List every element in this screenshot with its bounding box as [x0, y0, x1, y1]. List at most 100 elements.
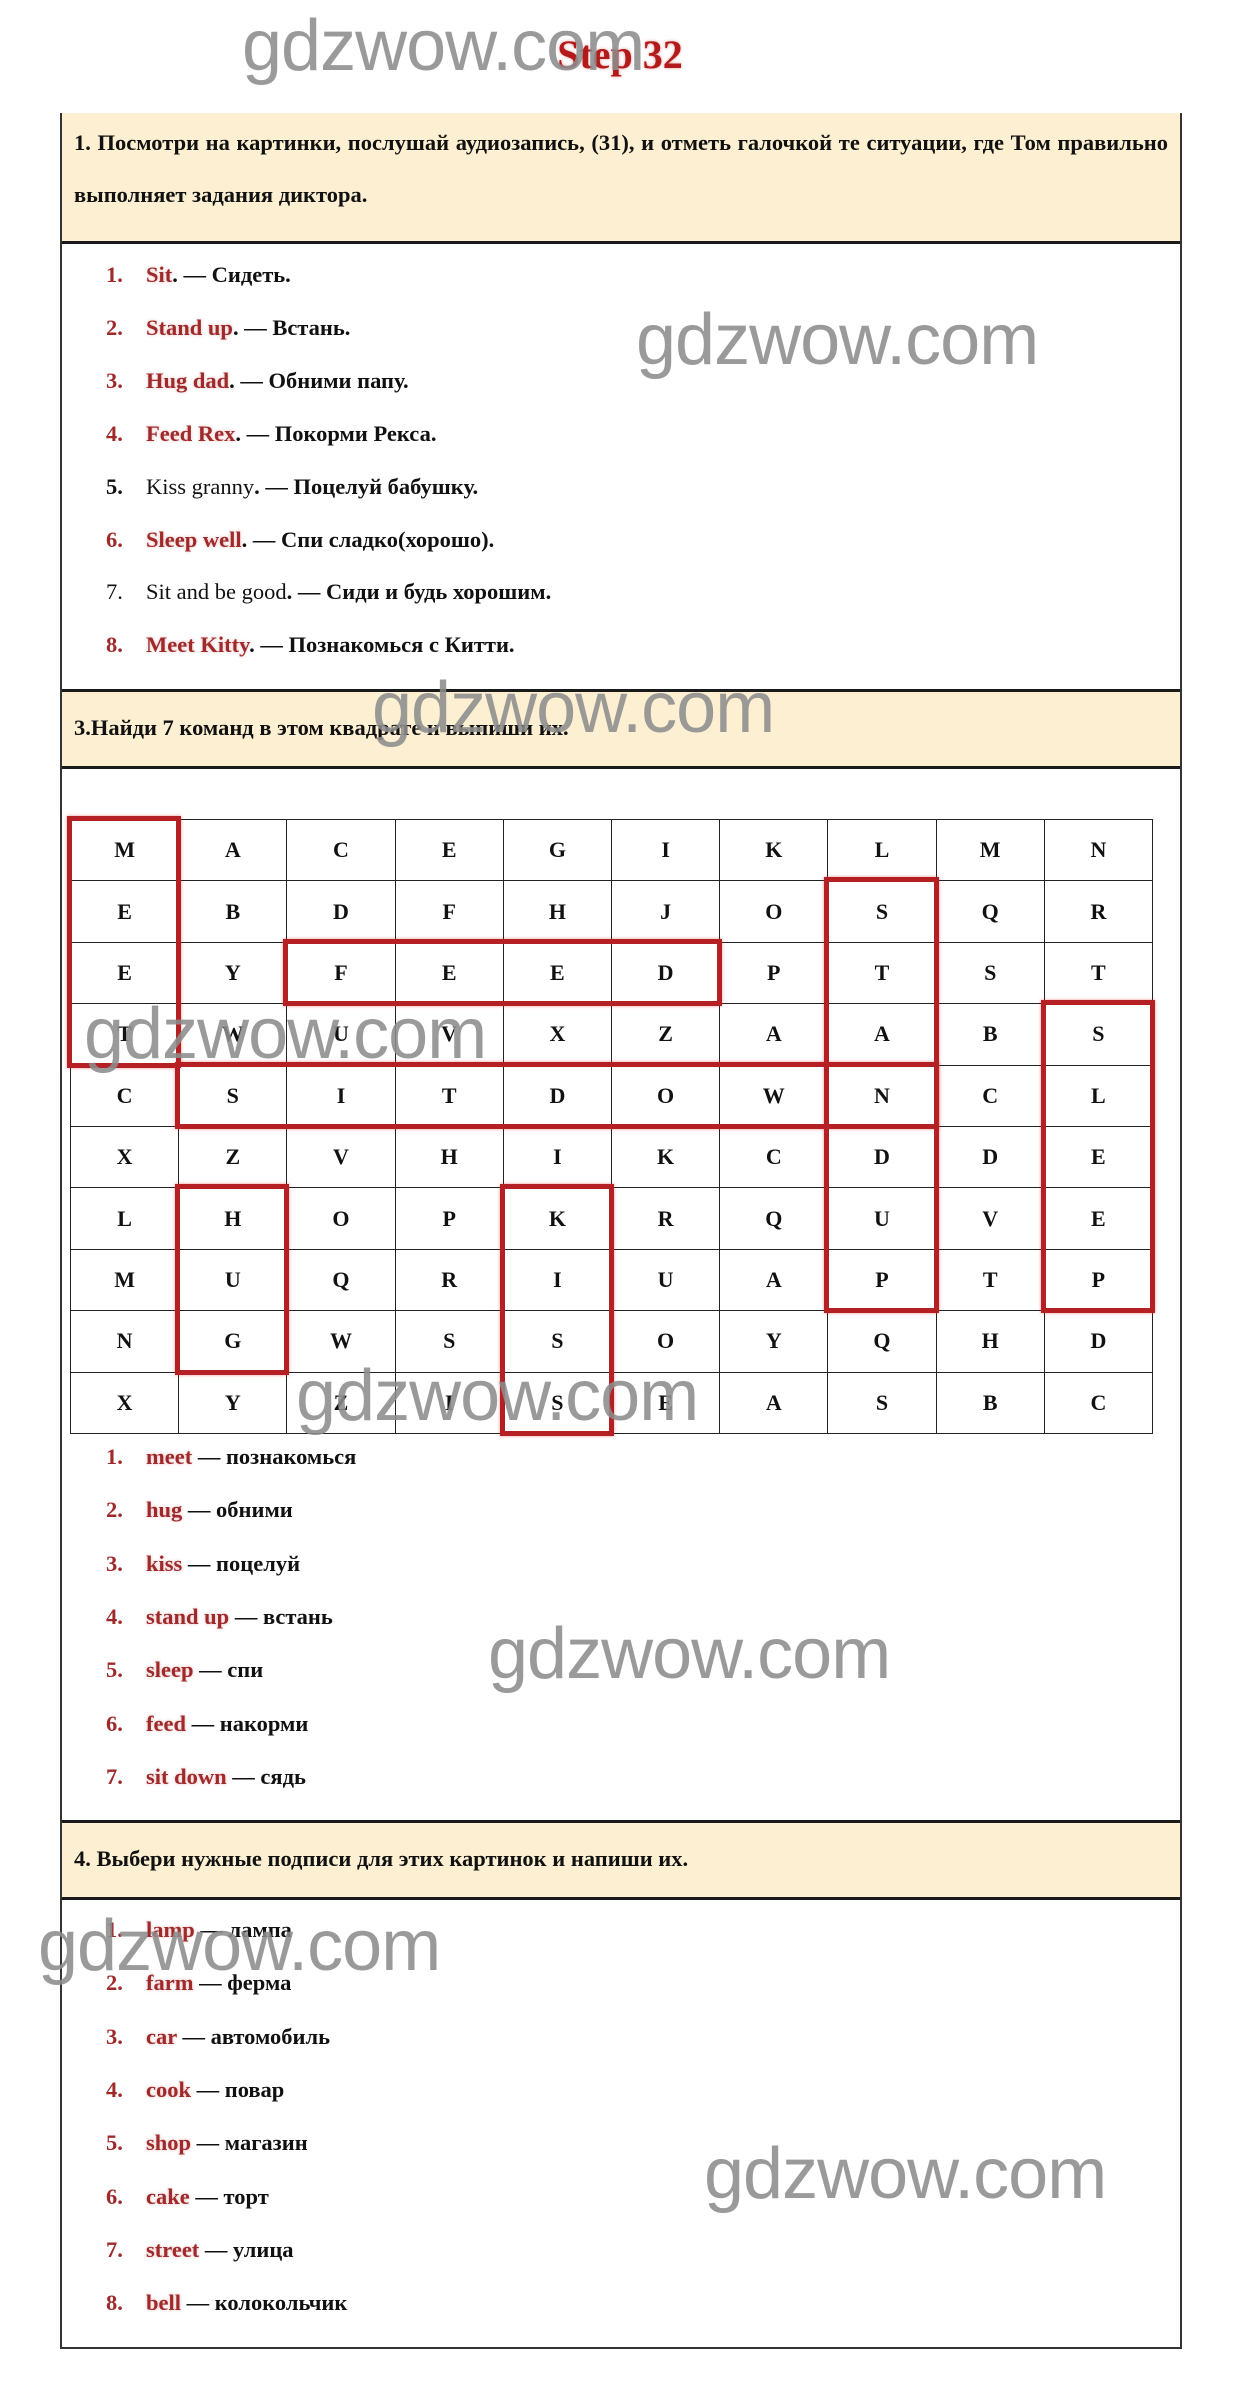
list-item: 1. meet — познакомься	[106, 1442, 356, 1472]
grid-cell: I	[611, 819, 721, 882]
grid-cell: N	[1043, 819, 1153, 882]
grid-cell: F	[394, 880, 504, 943]
list-item: 8. bell — колокольчик	[106, 2288, 347, 2318]
grid-cell: A	[719, 1003, 829, 1066]
russian-translation: лампа	[228, 1917, 292, 1942]
separator: . —	[235, 420, 275, 446]
grid-cell: S	[1043, 1003, 1153, 1066]
item-number: 2.	[106, 1970, 123, 1996]
grid-cell: Q	[935, 880, 1045, 943]
russian-translation: магазин	[224, 2130, 308, 2156]
english-phrase: Sit and be good	[146, 579, 287, 605]
task-1-header: 1. Посмотри на картинки, послушай аудиоз…	[62, 113, 1180, 244]
grid-cell: T	[827, 941, 937, 1005]
separator: . —	[286, 579, 326, 605]
list-item: 5. sleep — спи	[106, 1655, 263, 1685]
grid-cell: D	[502, 1064, 612, 1127]
separator: —	[176, 2023, 211, 2049]
item-number: 8.	[106, 632, 123, 658]
english-phrase: Feed Rex	[146, 420, 236, 446]
grid-cell: W	[286, 1310, 396, 1373]
separator: . —	[232, 314, 273, 340]
russian-translation: накорми	[219, 1710, 309, 1736]
grid-cell: A	[719, 1371, 829, 1434]
grid-cell: S	[394, 1310, 504, 1373]
grid-cell: Q	[286, 1248, 396, 1312]
grid-cell: E	[70, 880, 180, 943]
grid-cell: E	[394, 819, 504, 882]
english-phrase: feed	[146, 1710, 186, 1736]
page-title: Step 32	[557, 32, 683, 77]
separator: . —	[229, 367, 269, 393]
list-item: 8. Meet Kitty. — Познакомься с Китти.	[106, 630, 515, 660]
grid-cell: C	[935, 1064, 1045, 1127]
separator: . —	[249, 632, 289, 658]
grid-cell: E	[611, 1371, 721, 1434]
list-item: 7. sit down — сядь	[106, 1762, 306, 1792]
grid-cell: Q	[827, 1310, 937, 1373]
list-item: 7. street — улица	[106, 2235, 294, 2265]
list-item: 2. Stand up. — Встань.	[106, 313, 350, 343]
russian-translation: Встань.	[272, 314, 351, 340]
english-phrase: meet	[146, 1444, 193, 1469]
russian-translation: поцелуй	[216, 1550, 301, 1576]
english-phrase: Stand up	[146, 314, 233, 340]
english-phrase: kiss	[146, 1550, 183, 1576]
item-number: 7.	[106, 579, 123, 605]
grid-cell: F	[286, 941, 396, 1005]
russian-translation: Сидеть.	[211, 262, 291, 287]
grid-cell: I	[286, 1064, 396, 1127]
item-number: 1.	[106, 1444, 123, 1469]
grid-cell: Y	[719, 1310, 829, 1373]
grid-cell: T	[70, 1003, 180, 1066]
english-phrase: hug	[146, 1497, 183, 1523]
grid-cell: D	[935, 1126, 1045, 1189]
grid-cell: I	[394, 1371, 504, 1434]
grid-cell: S	[178, 1064, 288, 1127]
item-number: 4.	[106, 420, 123, 446]
separator: —	[182, 1497, 217, 1523]
grid-cell: O	[286, 1187, 396, 1250]
task-4-header: 4. Выбери нужные подписи для этих картин…	[62, 1820, 1180, 1900]
item-number: 3.	[106, 1550, 123, 1576]
grid-cell: K	[719, 819, 829, 882]
russian-translation: обними	[216, 1497, 293, 1523]
russian-translation: Сиди и будь хорошим.	[326, 579, 552, 605]
russian-translation: Поцелуй бабушку.	[293, 473, 479, 499]
grid-cell: P	[719, 941, 829, 1005]
separator: . —	[254, 473, 294, 499]
grid-cell: Y	[178, 941, 288, 1005]
grid-cell: H	[935, 1310, 1045, 1373]
item-number: 7.	[106, 2236, 123, 2262]
item-number: 6.	[106, 526, 123, 552]
item-number: 6.	[106, 1710, 123, 1736]
grid-cell: D	[1043, 1310, 1153, 1373]
grid-cell: C	[70, 1064, 180, 1127]
russian-translation: улица	[233, 2236, 294, 2262]
list-item: 5. Kiss granny. — Поцелуй бабушку.	[106, 472, 478, 502]
grid-cell: W	[178, 1003, 288, 1066]
list-item: 7. Sit and be good. — Сиди и будь хорошим…	[106, 577, 551, 607]
grid-cell: G	[502, 819, 612, 882]
grid-cell: U	[827, 1187, 937, 1250]
grid-cell: N	[827, 1064, 937, 1127]
english-phrase: cook	[146, 2076, 191, 2102]
item-number: 2.	[106, 314, 123, 340]
grid-cell: Z	[611, 1003, 721, 1066]
grid-cell: U	[611, 1248, 721, 1312]
english-phrase: Hug dad	[146, 367, 230, 393]
russian-translation: Познакомься с Китти.	[288, 632, 515, 658]
grid-cell: R	[611, 1187, 721, 1250]
grid-cell: D	[827, 1126, 937, 1189]
russian-translation: спи	[227, 1657, 264, 1683]
grid-cell: I	[502, 1248, 612, 1312]
list-item: 3. car — автомобиль	[106, 2022, 330, 2052]
grid-cell: A	[827, 1003, 937, 1066]
grid-cell: L	[827, 819, 937, 882]
russian-translation: сядь	[260, 1763, 306, 1789]
list-item: 4. Feed Rex. — Покорми Рекса.	[106, 419, 436, 449]
grid-cell: R	[1043, 880, 1153, 943]
grid-cell: K	[611, 1126, 721, 1189]
separator: —	[182, 1550, 217, 1576]
separator: —	[229, 1603, 263, 1629]
